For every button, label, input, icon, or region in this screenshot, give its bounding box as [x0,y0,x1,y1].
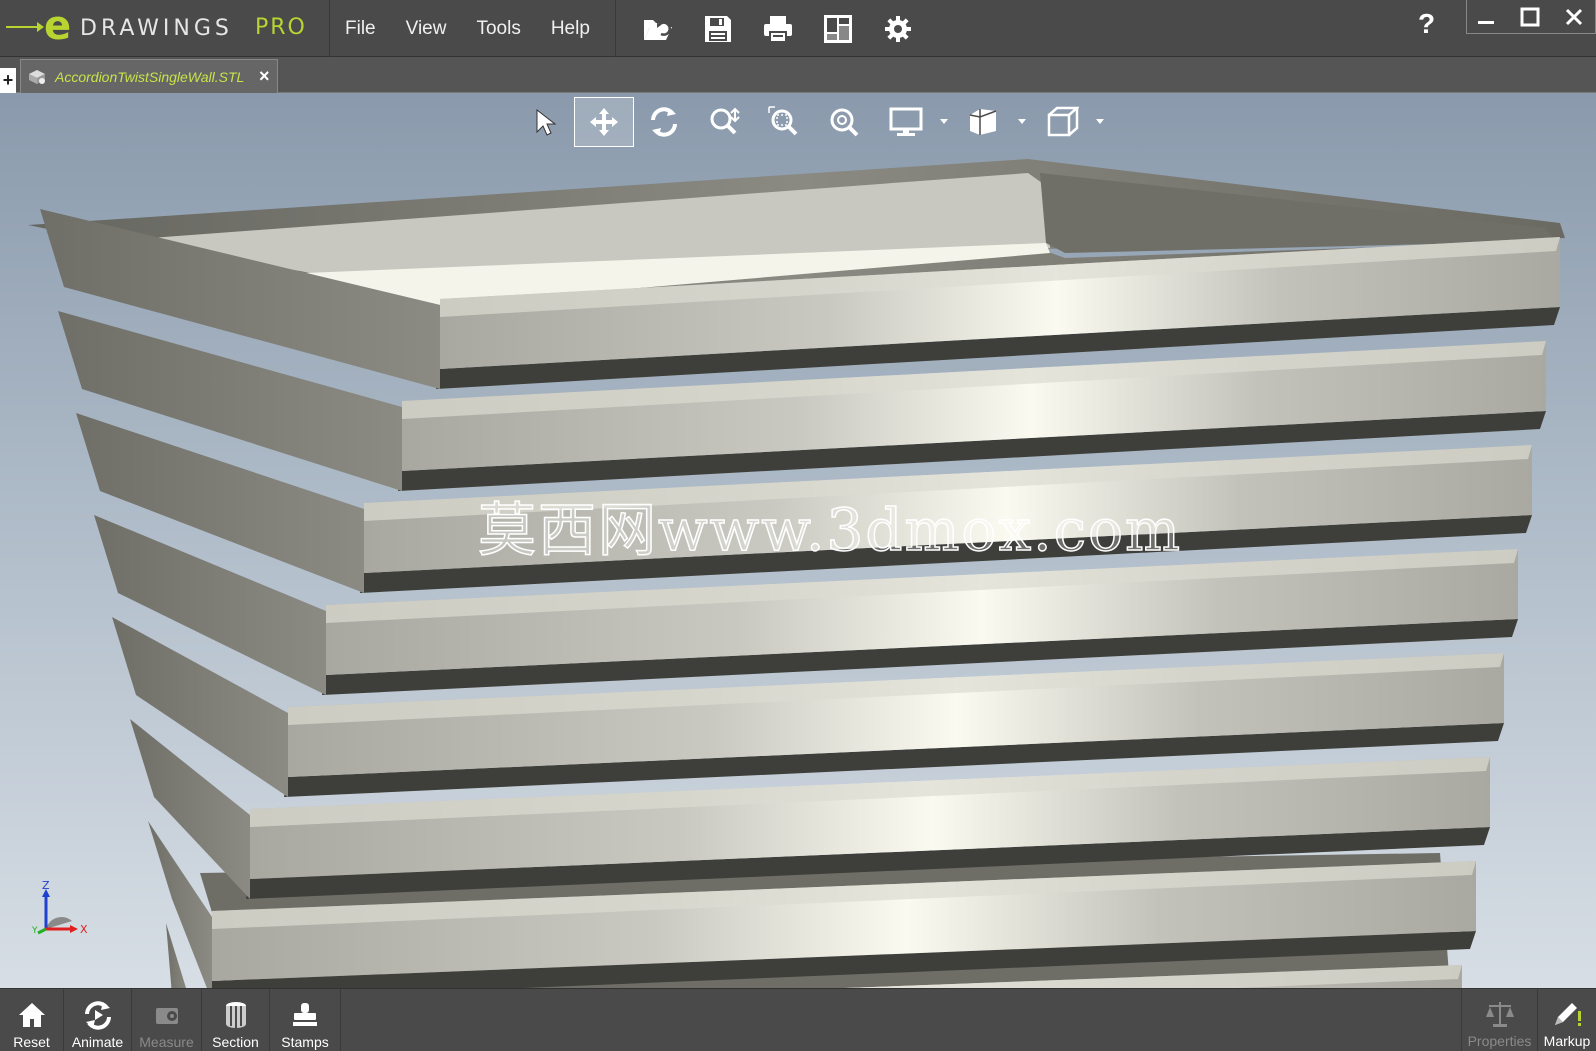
section-icon [225,1002,246,1028]
edrawings-window: e DRAWINGS PRO File View Tools Help ? + … [0,0,1596,1051]
measure-button[interactable]: Measure [132,989,202,1051]
chevron-down-icon [1096,119,1104,124]
select-tool[interactable] [514,97,574,147]
axis-z-label: Z [42,881,50,892]
minimize-button[interactable] [1464,0,1508,34]
zoom-fit-icon [710,107,740,135]
stamps-button[interactable]: Stamps [270,989,341,1051]
window-controls [1464,0,1596,34]
menu-bar: File View Tools Help [330,0,605,57]
axis-x-label: X [80,923,88,936]
view-toolbar [514,97,1108,147]
section-button[interactable]: Section [202,989,270,1051]
zoom-icon [830,108,859,137]
reset-label: Reset [13,1034,50,1050]
markup-pen-icon [1555,1003,1581,1026]
animate-label: Animate [71,1034,124,1050]
zoom-area-icon [768,106,798,136]
section-label: Section [212,1034,259,1050]
view-orientation-dropdown[interactable] [1030,97,1108,147]
menu-tools[interactable]: Tools [461,0,535,57]
save-icon [705,15,731,42]
properties-label: Properties [1467,1033,1532,1049]
3d-viewport[interactable]: 莫西网www.3dmox.com Z X Y [0,93,1596,988]
minimize-icon [1478,21,1494,24]
display-style-icon [969,109,997,135]
settings-button[interactable] [868,0,928,57]
help-button[interactable]: ? [1418,8,1435,40]
tab-label: AccordionTwistSingleWall.STL [55,68,245,85]
maximize-button[interactable] [1508,0,1552,34]
app-logo: e DRAWINGS PRO [0,0,330,57]
rotate-icon [651,107,677,137]
menu-help[interactable]: Help [536,0,605,57]
new-tab-button[interactable]: + [0,68,16,93]
settings-icon [885,15,911,42]
print-icon [764,15,792,43]
close-button[interactable] [1552,0,1596,34]
open-button[interactable] [628,0,688,57]
print-button[interactable] [748,0,808,57]
display-mode-dropdown[interactable] [874,97,952,147]
display-style-dropdown[interactable] [952,97,1030,147]
select-icon [536,108,557,136]
share-button[interactable] [808,0,868,57]
markup-label: Markup [1543,1033,1591,1049]
scale-icon [1485,1002,1514,1027]
animate-icon [84,1001,111,1030]
watermark-text: 莫西网www.3dmox.com [477,495,1182,565]
zoom-area-tool[interactable] [754,97,814,147]
zoom-fit-tool[interactable] [694,97,754,147]
animate-button[interactable]: Animate [64,989,132,1051]
menu-view[interactable]: View [391,0,462,57]
bottom-right-toolbar: Properties Markup [1461,988,1596,1051]
bottom-toolbar: Reset Animate Measure Section Stamps [0,988,1596,1051]
markup-button[interactable]: Markup [1538,988,1596,1051]
quick-toolbar [615,0,928,57]
accordion-ridges [40,209,1560,988]
axis-y-label: Y [31,926,38,936]
home-icon [18,1003,45,1027]
tab-active-document[interactable]: AccordionTwistSingleWall.STL × [20,59,278,93]
logo-e: e [44,3,72,49]
maximize-icon [1520,7,1540,27]
zoom-tool[interactable] [814,97,874,147]
part-file-icon [29,69,45,84]
stamp-icon [293,1003,317,1026]
chevron-down-icon [940,119,948,124]
rotate-tool[interactable] [634,97,694,147]
close-icon [1565,8,1583,26]
menu-file[interactable]: File [330,0,391,57]
save-button[interactable] [688,0,748,57]
display-icon [889,107,923,136]
tab-close-button[interactable]: × [259,66,270,87]
stamps-label: Stamps [281,1034,329,1050]
reset-button[interactable]: Reset [0,989,64,1051]
properties-button[interactable]: Properties [1462,988,1538,1051]
axis-triad: Z X Y [31,881,88,936]
open-icon [644,19,672,40]
chevron-down-icon [1018,119,1026,124]
view-orientation-icon [1047,106,1079,137]
logo-arrow-icon [6,22,44,32]
logo-name: DRAWINGS [80,16,233,41]
title-bar: e DRAWINGS PRO File View Tools Help ? [0,0,1596,57]
share-icon [824,14,852,43]
pan-tool[interactable] [574,97,634,147]
logo-pro: PRO [255,15,307,40]
measure-label: Measure [139,1034,194,1050]
measure-icon [155,1008,178,1024]
pan-icon [590,108,618,136]
